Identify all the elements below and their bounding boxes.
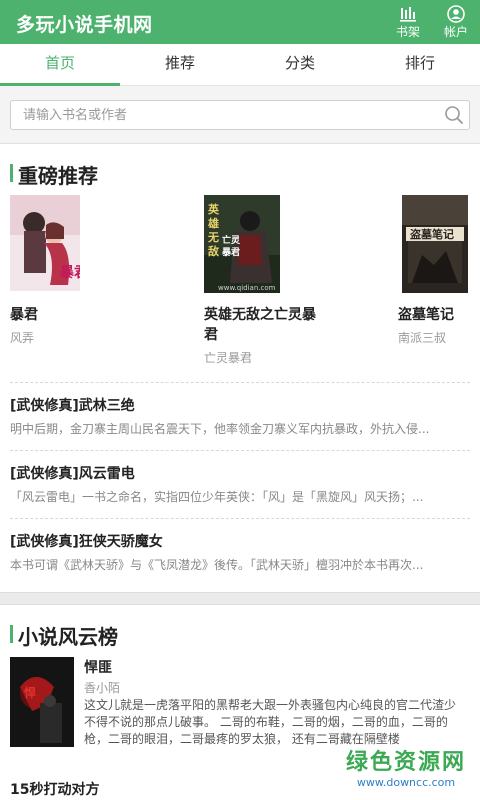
section-marker	[10, 625, 13, 643]
section-divider	[0, 592, 480, 604]
list-item-title[interactable]: [武侠修真]风云雷电	[10, 463, 135, 483]
search-box	[10, 100, 470, 130]
tab-category[interactable]: 分类	[240, 44, 360, 85]
fantasy-warrior-cover-icon: 英 雄 无 敌 亡灵 暴君 www.qidian.com	[204, 195, 280, 293]
book-title[interactable]: 盗墓笔记	[398, 305, 480, 325]
bookshelf-icon	[400, 7, 416, 22]
search-icon[interactable]	[443, 104, 465, 126]
featured-title: 重磅推荐	[18, 164, 98, 188]
list-item[interactable]: [武侠修真]武林三绝 明中后期，金刀寨主周山民名震天下，他率领金刀寨义军内抗暴政…	[10, 382, 470, 446]
tab-ranking[interactable]: 排行	[360, 44, 480, 85]
book-title[interactable]: 暴君	[10, 305, 130, 325]
tomb-cover-icon: 盗墓笔记	[402, 195, 468, 293]
featured-section: 重磅推荐 暴君 暴君 风弄	[0, 144, 480, 592]
search-input[interactable]	[11, 101, 431, 129]
romance-cover-icon: 暴君	[10, 195, 80, 291]
list-item-desc: 「风云雷电」一书之命名，实指四位少年英侠：「风」是「黑旋风」风天扬；...	[10, 490, 424, 504]
ranking-book-cover[interactable]: 悍	[10, 657, 74, 747]
list-item-title[interactable]: [武侠修真]武林三绝	[10, 395, 135, 415]
book-cover[interactable]: 暴君	[10, 195, 80, 291]
svg-text:www.qidian.com: www.qidian.com	[218, 284, 276, 292]
svg-text:悍: 悍	[24, 685, 36, 700]
bookshelf-label: 书架	[395, 25, 420, 39]
svg-text:英: 英	[207, 202, 220, 216]
account-label: 帐户	[443, 25, 468, 39]
user-icon	[447, 5, 465, 23]
svg-text:暴君: 暴君	[221, 247, 240, 258]
bookshelf-button[interactable]: 书架	[388, 4, 428, 42]
ranking-next-title[interactable]: 15秒打动对方	[10, 779, 99, 799]
book-author: 亡灵暴君	[204, 351, 253, 365]
search-area	[0, 86, 480, 144]
dark-novel-cover-icon: 悍	[10, 657, 74, 747]
watermark-sub: www.downcc.com	[356, 776, 456, 789]
tab-home[interactable]: 首页	[0, 44, 120, 86]
ranking-book-title[interactable]: 悍匪	[84, 657, 112, 677]
list-item[interactable]: [武侠修真]狂侠天骄魔女 本书可谓《武林天骄》与《飞凤潜龙》後传。「武林天骄」檀…	[10, 518, 470, 582]
svg-text:雄: 雄	[207, 216, 219, 230]
ranking-book-desc: 这文儿就是一虎落平阳的黑帮老大跟一外表骚包内心纯良的官二代渣少不得不说的那点儿破…	[84, 698, 457, 746]
list-item-desc: 明中后期，金刀寨主周山民名震天下，他率领金刀寨义军内抗暴政，外抗入侵...	[10, 422, 430, 436]
book-cover[interactable]: 英 雄 无 敌 亡灵 暴君 www.qidian.com	[204, 195, 280, 293]
nav-tabs: 首页 推荐 分类 排行	[0, 44, 480, 86]
top-app-bar: 多玩小说手机网 书架 帐户	[0, 0, 480, 44]
ranking-book-author: 香小陌	[84, 681, 121, 695]
svg-text:无: 无	[207, 231, 219, 244]
book-author: 风弄	[10, 331, 35, 345]
account-button[interactable]: 帐户	[436, 4, 476, 42]
watermark-main: 绿色资源网	[345, 750, 466, 775]
tab-recommend[interactable]: 推荐	[120, 44, 240, 85]
svg-text:盗墓笔记: 盗墓笔记	[410, 227, 454, 241]
book-cover[interactable]: 盗墓笔记	[402, 195, 468, 293]
site-watermark: 绿色资源网 www.downcc.com	[338, 750, 474, 796]
svg-text:暴君: 暴君	[59, 265, 80, 281]
svg-text:亡灵: 亡灵	[222, 234, 241, 246]
list-item-desc: 本书可谓《武林天骄》与《飞凤潜龙》後传。「武林天骄」檀羽冲於本书再次...	[10, 558, 424, 572]
list-item[interactable]: [武侠修真]风云雷电 「风云雷电」一书之命名，实指四位少年英侠：「风」是「黑旋风…	[10, 450, 470, 514]
section-marker	[10, 164, 13, 182]
svg-text:敌: 敌	[208, 244, 219, 258]
book-title[interactable]: 英雄无敌之亡灵暴君	[204, 305, 324, 345]
app-title: 多玩小说手机网	[16, 14, 153, 36]
book-author: 南派三叔	[398, 331, 447, 345]
ranking-title: 小说风云榜	[18, 625, 118, 649]
list-item-title[interactable]: [武侠修真]狂侠天骄魔女	[10, 531, 163, 551]
